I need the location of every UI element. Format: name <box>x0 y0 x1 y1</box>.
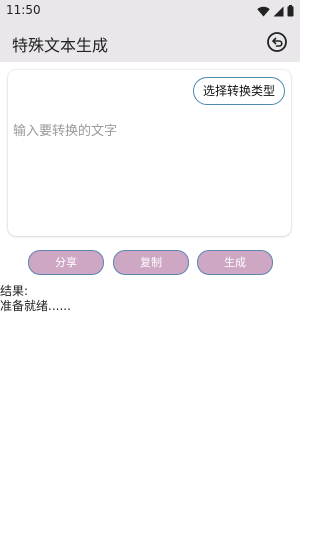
result-text: 准备就绪...... <box>0 299 71 313</box>
select-conversion-type-button[interactable]: 选择转换类型 <box>192 77 285 105</box>
text-input[interactable] <box>11 116 285 234</box>
undo-icon <box>267 32 287 52</box>
wifi-icon <box>257 6 270 17</box>
app-header: 11:50 特殊文本生成 <box>0 0 300 62</box>
status-time: 11:50 <box>6 3 41 17</box>
status-icons <box>257 5 294 17</box>
app-title: 特殊文本生成 <box>12 36 109 55</box>
generate-button[interactable]: 生成 <box>197 250 273 275</box>
undo-button[interactable] <box>265 30 289 54</box>
input-card: 选择转换类型 <box>8 70 291 236</box>
status-bar: 11:50 <box>0 0 300 22</box>
share-button[interactable]: 分享 <box>28 250 104 275</box>
copy-button[interactable]: 复制 <box>113 250 189 275</box>
battery-icon <box>287 5 294 17</box>
cellular-signal-icon <box>273 6 284 17</box>
action-buttons: 分享 复制 生成 <box>0 250 300 275</box>
title-bar: 特殊文本生成 <box>0 22 300 62</box>
